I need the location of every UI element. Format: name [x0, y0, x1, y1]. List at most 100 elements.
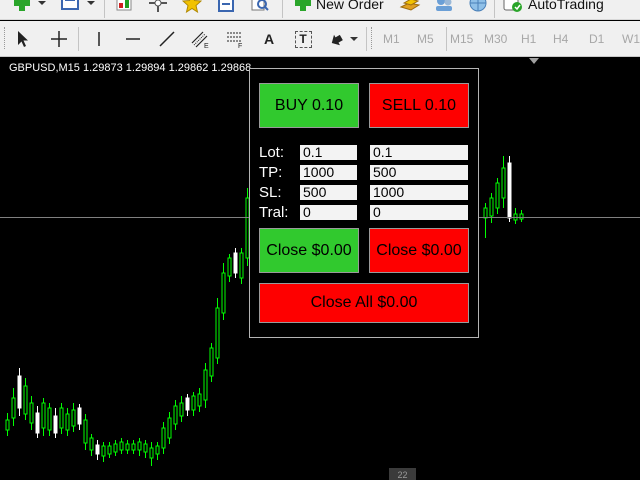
candle-body [173, 405, 178, 425]
profiles-button[interactable] [58, 0, 82, 14]
autotrading-icon [500, 0, 526, 14]
metaeditor-button[interactable] [398, 0, 422, 14]
candle-body [59, 407, 64, 429]
candle-body [179, 402, 184, 417]
candle-body [167, 417, 172, 439]
timeframe-m5[interactable]: M5 [417, 32, 434, 46]
arrow-cursor-icon [18, 31, 28, 47]
sell-tral-field[interactable]: 0 [370, 205, 468, 220]
candle-body [197, 393, 202, 407]
terminal-button[interactable] [214, 0, 238, 14]
new-order-icon [290, 0, 316, 14]
candle-body [495, 182, 500, 209]
terminal-icon [218, 0, 234, 12]
autotrading-button[interactable]: AutoTrading [528, 0, 604, 12]
timeframe-h1[interactable]: H1 [521, 32, 536, 46]
vertical-line-icon [98, 32, 100, 46]
candle-body [107, 445, 112, 455]
candle-body [89, 437, 94, 451]
tools-toolbar: E F A T M1 M5 M15 M30 H1 H4 D1 W1 [0, 21, 640, 57]
market-button[interactable] [466, 0, 490, 14]
fibonacci-tool[interactable]: F [224, 28, 246, 50]
strategy-tester-button[interactable] [248, 0, 272, 14]
tral-label: Tral: [259, 204, 289, 221]
equidistant-channel-tool[interactable]: E [190, 28, 212, 50]
timeframe-m30[interactable]: M30 [484, 32, 507, 46]
signals-button[interactable] [432, 0, 456, 14]
trendline-tool[interactable] [156, 28, 178, 50]
candle-body [185, 397, 190, 411]
sell-lot-field[interactable]: 0.1 [370, 145, 468, 160]
sell-button[interactable]: SELL 0.10 [369, 83, 469, 128]
candle-body [149, 447, 154, 459]
buy-sl-field[interactable]: 500 [300, 185, 357, 200]
arrows-icon [331, 34, 343, 46]
market-watch-button[interactable] [112, 0, 136, 14]
sell-tp-field[interactable]: 500 [370, 165, 468, 180]
buy-tral-field[interactable]: 0 [300, 205, 357, 220]
new-order-button[interactable]: New Order [316, 0, 384, 12]
cursor-tool[interactable] [12, 28, 34, 50]
buy-lot-field[interactable]: 0.1 [300, 145, 357, 160]
candle-body [29, 402, 34, 424]
text-tool[interactable]: A [258, 28, 280, 50]
star-icon [182, 0, 202, 13]
chevron-down-icon[interactable] [348, 28, 360, 50]
candle-body [119, 441, 124, 451]
magnifier-icon [251, 0, 269, 11]
users-icon [436, 0, 452, 11]
candle-body [215, 307, 220, 359]
candle-body [113, 443, 118, 453]
timeframe-m1[interactable]: M1 [383, 32, 400, 46]
favorites-button[interactable] [180, 0, 204, 14]
channel-icon: E [191, 31, 209, 49]
close-buy-button[interactable]: Close $0.00 [259, 228, 359, 273]
chevron-down-icon[interactable] [35, 0, 49, 14]
horizontal-line-tool[interactable] [122, 28, 144, 50]
candle-body [191, 395, 196, 411]
candle-body [53, 415, 58, 434]
sl-label: SL: [259, 184, 282, 201]
candle-body [161, 427, 166, 449]
close-sell-button[interactable]: Close $0.00 [369, 228, 469, 273]
candle-body [489, 197, 494, 217]
crosshair-icon [51, 31, 67, 47]
new-chart-button[interactable] [10, 0, 34, 14]
crosshair-tool[interactable] [48, 28, 70, 50]
arrows-tool[interactable] [326, 28, 348, 50]
chart-symbol-info: GBPUSD,M15 1.29873 1.29894 1.29862 1.298… [9, 62, 252, 74]
buy-tp-field[interactable]: 1000 [300, 165, 357, 180]
crosshair-move-icon [149, 0, 167, 12]
candle-body [83, 419, 88, 444]
globe-icon [469, 0, 487, 12]
gold-bars-icon [399, 0, 421, 11]
fibonacci-icon: F [227, 32, 242, 49]
svg-text:E: E [204, 43, 209, 49]
candle-body [203, 369, 208, 401]
timeframe-h4[interactable]: H4 [553, 32, 568, 46]
timeframe-d1[interactable]: D1 [589, 32, 604, 46]
navigator-button[interactable] [146, 0, 170, 14]
candle-body [47, 407, 52, 431]
candle-body [11, 397, 16, 419]
sell-sl-field[interactable]: 1000 [370, 185, 468, 200]
candle-body [209, 347, 214, 377]
candle-body [17, 375, 22, 409]
svg-text:F: F [238, 43, 242, 49]
candle-body [77, 407, 82, 425]
chart-scroll-tag: 22 [389, 468, 416, 480]
candle-body [137, 441, 142, 451]
trendline-icon [159, 31, 175, 47]
vertical-line-tool[interactable] [88, 28, 110, 50]
candle-body [227, 257, 232, 277]
plus-icon [14, 0, 30, 11]
chevron-down-icon[interactable] [84, 0, 98, 14]
buy-button[interactable]: BUY 0.10 [259, 83, 359, 128]
window-icon [61, 0, 79, 10]
label-tool[interactable]: T [292, 28, 314, 50]
timeframe-w1[interactable]: W1 [622, 32, 640, 46]
candle-body [221, 272, 226, 314]
close-all-button[interactable]: Close All $0.00 [259, 283, 469, 323]
timeframe-m15[interactable]: M15 [450, 32, 473, 46]
candle-body [95, 444, 100, 455]
